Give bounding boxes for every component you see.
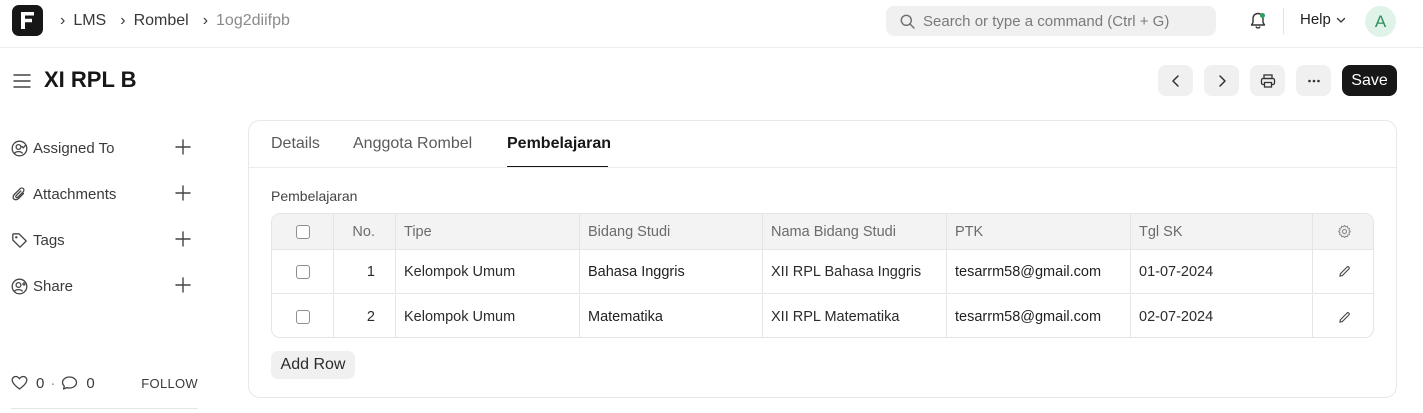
cell-ptk[interactable]: tesarrm58@gmail.com	[947, 250, 1131, 293]
row-edit-cell	[1313, 295, 1373, 337]
header-ptk: PTK	[947, 214, 1131, 249]
heart-icon[interactable]	[11, 375, 28, 391]
cell-ptk[interactable]: tesarrm58@gmail.com	[947, 295, 1131, 337]
navbar-divider	[1283, 8, 1284, 34]
previous-record-button[interactable]	[1158, 65, 1193, 96]
header-tgl-sk: Tgl SK	[1131, 214, 1313, 249]
header-bidang-studi: Bidang Studi	[580, 214, 763, 249]
select-all-checkbox[interactable]	[295, 224, 310, 239]
select-all-cell	[272, 214, 334, 249]
save-button[interactable]: Save	[1342, 65, 1397, 96]
sidebar-item-label: Assigned To	[33, 139, 115, 157]
separator-dot: ·	[50, 374, 56, 392]
breadcrumb-rombel[interactable]: Rombel	[134, 12, 189, 30]
table-row[interactable]: 1 Kelompok Umum Bahasa Inggris XII RPL B…	[272, 250, 1373, 294]
cell-nama-bidang-studi[interactable]: XII RPL Bahasa Inggris	[763, 250, 947, 293]
cell-no: 1	[334, 250, 396, 293]
print-button[interactable]	[1250, 65, 1285, 96]
more-actions-button[interactable]	[1296, 65, 1331, 96]
frappe-logo-icon	[21, 12, 34, 29]
cell-bidang-studi[interactable]: Bahasa Inggris	[580, 250, 763, 293]
sidebar-item-label: Attachments	[33, 185, 117, 203]
sidebar-item-label: Tags	[33, 231, 65, 249]
row-edit-cell	[1313, 250, 1373, 293]
chevron-down-icon	[1336, 17, 1346, 23]
notification-bell-icon[interactable]	[1248, 11, 1268, 31]
search-bar[interactable]	[886, 6, 1216, 36]
sidebar-item-assigned-to[interactable]: Assigned To	[11, 136, 196, 160]
tab-details[interactable]: Details	[271, 135, 320, 153]
sidebar-footer: 0 · 0 FOLLOW	[11, 372, 198, 394]
page-title: XI RPL B	[44, 67, 137, 92]
tab-pembelajaran[interactable]: Pembelajaran	[507, 135, 611, 153]
breadcrumb-lms[interactable]: LMS	[73, 12, 106, 30]
chevron-right-icon: ›	[60, 12, 66, 29]
tab-anggota-rombel[interactable]: Anggota Rombel	[353, 135, 472, 153]
header-tipe: Tipe	[396, 214, 580, 249]
cell-tgl-sk[interactable]: 01-07-2024	[1131, 250, 1313, 293]
chevron-right-icon: ›	[202, 12, 209, 29]
sidebar-divider	[11, 408, 198, 409]
form-tabs: Details Anggota Rombel Pembelajaran	[249, 121, 1396, 168]
add-assignee-icon[interactable]	[174, 138, 192, 156]
breadcrumb: › LMS › Rombel › 1og2diifpb	[58, 0, 302, 42]
cell-tipe[interactable]: Kelompok Umum	[396, 295, 580, 337]
chevron-right-icon	[1218, 74, 1226, 87]
sidebar-item-share[interactable]: Share	[11, 274, 196, 298]
add-tag-icon[interactable]	[174, 230, 192, 248]
cell-no: 2	[334, 295, 396, 337]
search-icon	[900, 14, 915, 29]
chevron-right-icon: ›	[120, 12, 126, 29]
tag-icon	[12, 232, 27, 248]
row-select-cell	[272, 250, 334, 293]
sidebar-item-attachments[interactable]: Attachments	[11, 182, 196, 206]
navbar: › LMS › Rombel › 1og2diifpb Help A	[0, 0, 1423, 48]
gear-icon[interactable]	[1337, 224, 1352, 239]
row-select-cell	[272, 295, 334, 337]
sidebar-toggle-icon[interactable]	[13, 72, 31, 90]
header-no: No.	[334, 214, 396, 249]
sidebar-item-tags[interactable]: Tags	[11, 228, 196, 252]
active-tab-indicator	[507, 166, 608, 167]
edit-pencil-icon[interactable]	[1338, 265, 1351, 278]
add-share-icon[interactable]	[174, 276, 192, 294]
user-avatar[interactable]: A	[1365, 6, 1396, 37]
add-row-button[interactable]: Add Row	[271, 351, 355, 379]
likes-count: 0	[36, 374, 45, 392]
help-label: Help	[1300, 11, 1331, 28]
sidebar-item-label: Share	[33, 277, 74, 295]
header-nama-bidang-studi: Nama Bidang Studi	[763, 214, 947, 249]
follow-button[interactable]: FOLLOW	[141, 376, 198, 391]
table-header: No. Tipe Bidang Studi Nama Bidang Studi …	[272, 214, 1373, 250]
breadcrumb-record[interactable]: 1og2diifpb	[216, 12, 290, 30]
comments-count: 0	[86, 374, 95, 392]
cell-tipe[interactable]: Kelompok Umum	[396, 250, 580, 293]
next-record-button[interactable]	[1204, 65, 1239, 96]
share-user-icon	[11, 278, 28, 294]
cell-bidang-studi[interactable]: Matematika	[580, 295, 763, 337]
user-check-icon	[11, 140, 28, 156]
form-card: Details Anggota Rombel Pembelajaran Pemb…	[248, 120, 1397, 398]
row-checkbox[interactable]	[295, 264, 310, 279]
printer-icon	[1260, 73, 1275, 88]
help-dropdown[interactable]: Help	[1300, 11, 1347, 28]
app-logo[interactable]	[12, 5, 43, 36]
paperclip-icon	[12, 186, 25, 200]
edit-pencil-icon[interactable]	[1338, 311, 1351, 324]
section-label: Pembelajaran	[271, 188, 358, 204]
table-row[interactable]: 2 Kelompok Umum Matematika XII RPL Matem…	[272, 295, 1373, 337]
pembelajaran-table: No. Tipe Bidang Studi Nama Bidang Studi …	[271, 213, 1374, 338]
chevron-left-icon	[1171, 74, 1179, 87]
search-input[interactable]	[923, 12, 1213, 30]
more-horizontal-icon	[1307, 79, 1320, 82]
column-settings-cell	[1313, 214, 1373, 249]
row-checkbox[interactable]	[295, 310, 310, 324]
cell-tgl-sk[interactable]: 02-07-2024	[1131, 295, 1313, 337]
cell-nama-bidang-studi[interactable]: XII RPL Matematika	[763, 295, 947, 337]
add-attachment-icon[interactable]	[174, 184, 192, 202]
comment-icon[interactable]	[61, 375, 78, 391]
